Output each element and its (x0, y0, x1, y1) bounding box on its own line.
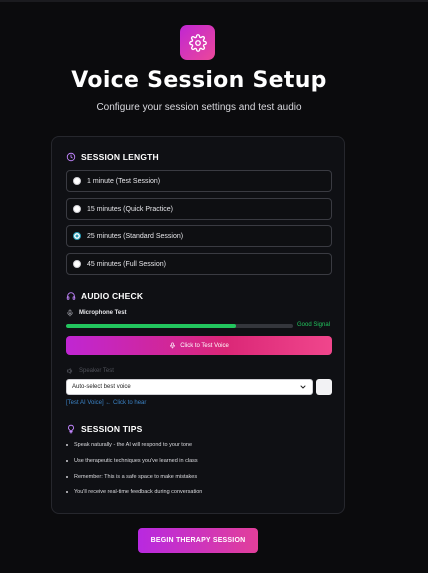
bullet (66, 460, 68, 462)
speaker-icon (66, 367, 74, 375)
bullet (66, 491, 68, 493)
radio-button[interactable] (73, 177, 81, 185)
microphone-test-label: Microphone Test (66, 309, 127, 317)
session-tips-title: SESSION TIPS (81, 424, 143, 434)
session-length-heading: SESSION LENGTH (66, 152, 159, 162)
microphone-icon (169, 342, 176, 349)
voice-options-button[interactable] (316, 379, 332, 395)
microphone-signal-fill (66, 324, 237, 328)
tip-text: Use therapeutic techniques you've learne… (74, 458, 198, 464)
tip-item: Use therapeutic techniques you've learne… (66, 458, 198, 464)
page-subtitle: Configure your session settings and test… (96, 102, 302, 113)
tip-text: Speak naturally - the AI will respond to… (74, 442, 193, 448)
session-option-45-minutes[interactable]: 45 minutes (Full Session) (66, 253, 332, 275)
test-voice-button[interactable]: Click to Test Voice (66, 336, 332, 355)
session-option-15-minutes[interactable]: 15 minutes (Quick Practice) (66, 198, 332, 220)
voice-select-value: Auto-select best voice (72, 384, 131, 390)
radio-button[interactable] (73, 205, 81, 213)
session-option-label: 45 minutes (Full Session) (87, 260, 166, 268)
radio-button[interactable] (73, 260, 81, 268)
microphone-test-text: Microphone Test (79, 310, 127, 316)
signal-status: Good Signal (297, 322, 331, 328)
session-option-label: 15 minutes (Quick Practice) (87, 205, 173, 213)
tip-item: Remember: This is a safe space to make m… (66, 474, 197, 480)
session-tips-heading: SESSION TIPS (66, 424, 142, 434)
chevron-down-icon (299, 383, 307, 391)
bullet (66, 476, 68, 478)
session-option-1-minute[interactable]: 1 minute (Test Session) (66, 170, 332, 192)
begin-therapy-session-button[interactable]: BEGIN THERAPY SESSION (138, 528, 258, 553)
tip-item: You'll receive real-time feedback during… (66, 489, 202, 495)
session-length-title: SESSION LENGTH (81, 152, 159, 162)
bullet (66, 444, 68, 446)
tip-text: You'll receive real-time feedback during… (74, 489, 203, 495)
session-option-label: 1 minute (Test Session) (87, 177, 161, 185)
microphone-signal-meter (66, 324, 293, 328)
top-divider (0, 0, 428, 2)
lightbulb-icon (66, 424, 76, 434)
settings-card: SESSION LENGTH 1 minute (Test Session) 1… (51, 136, 345, 514)
headphones-icon (66, 291, 76, 301)
radio-button-selected[interactable] (73, 232, 81, 240)
speaker-test-label: Speaker Test (66, 367, 114, 375)
speaker-test-text: Speaker Test (79, 368, 114, 374)
session-option-25-minutes[interactable]: 25 minutes (Standard Session) (66, 225, 332, 247)
microphone-icon (66, 309, 74, 317)
voice-select-dropdown[interactable]: Auto-select best voice (66, 379, 313, 395)
audio-check-title: AUDIO CHECK (81, 291, 144, 301)
page-title: Voice Session Setup (71, 68, 327, 93)
tip-text: Remember: This is a safe space to make m… (74, 474, 198, 480)
tip-item: Speak naturally - the AI will respond to… (66, 442, 192, 448)
audio-check-heading: AUDIO CHECK (66, 291, 143, 301)
test-ai-voice-link[interactable]: [Test AI Voice] ← Click to hear (66, 400, 146, 406)
test-voice-button-label: Click to Test Voice (180, 342, 229, 349)
session-option-label: 25 minutes (Standard Session) (87, 232, 184, 240)
clock-icon (66, 152, 76, 162)
app-logo (180, 25, 215, 60)
gear-icon (188, 33, 207, 52)
